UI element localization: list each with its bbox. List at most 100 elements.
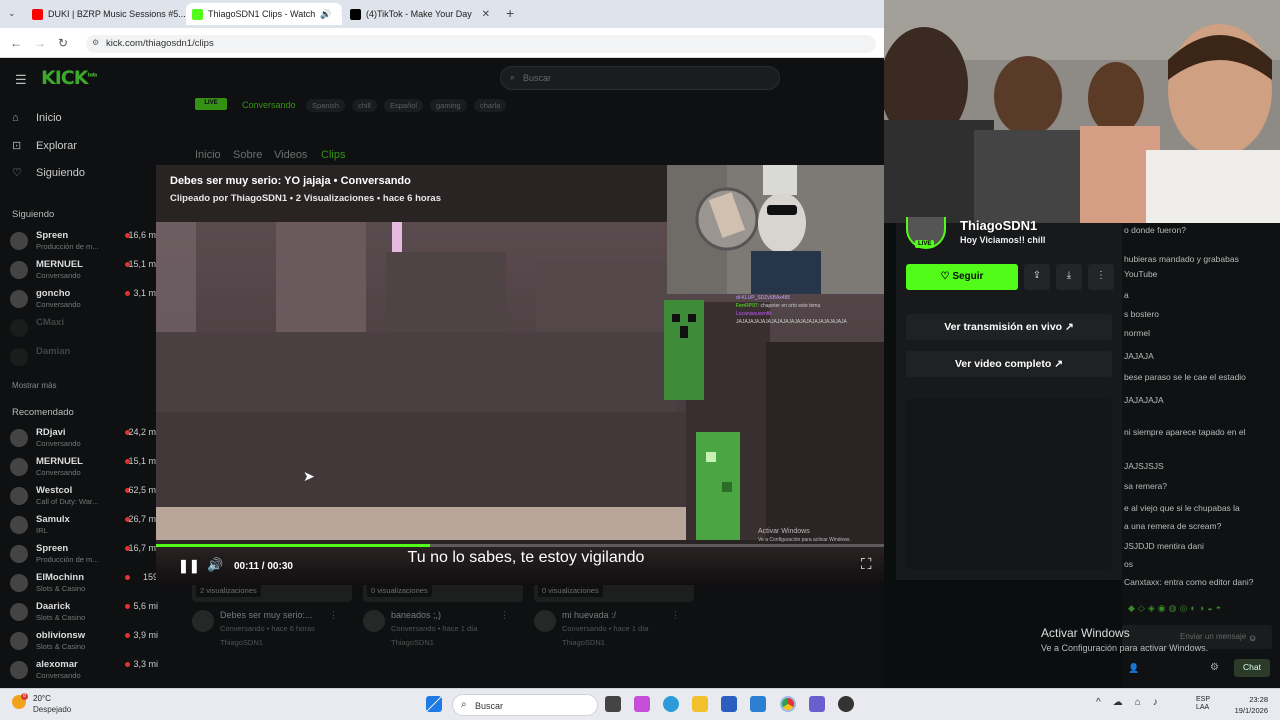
external-link-icon: ↗ — [1054, 358, 1063, 370]
volume-icon[interactable]: ♪ — [1153, 697, 1158, 708]
nav-inicio[interactable]: ⌂ Inicio — [12, 112, 62, 124]
emote-row[interactable]: ◆◇◈◉◍◎◐◑◒◓ — [1128, 603, 1224, 614]
clip-user[interactable]: ThiagoSDN1 — [220, 638, 263, 647]
nav-label: Inicio — [36, 112, 62, 124]
forward-icon[interactable]: → — [34, 36, 46, 50]
clip-player[interactable]: Debes ser muy serio: YO jajaja • Convers… — [156, 165, 884, 585]
clip-user[interactable]: ThiagoSDN1 — [562, 638, 605, 647]
mail-icon[interactable] — [750, 696, 766, 712]
taskbar-search[interactable]: ⌕ Buscar — [452, 694, 598, 716]
menu-icon[interactable]: ☰ — [15, 72, 27, 88]
channel-list-item[interactable]: goncho Conversando 3,1 mi — [10, 286, 158, 314]
teams-icon[interactable] — [809, 696, 825, 712]
channel-name[interactable]: ThiagoSDN1 — [960, 218, 1037, 233]
show-more-link[interactable]: Mostrar más — [12, 381, 56, 390]
overlay-chat-user: Lucaniasusenfik — [736, 311, 772, 317]
chat-message: sa remera? — [1124, 481, 1167, 491]
avatar — [10, 574, 28, 592]
tiktok-icon — [350, 8, 361, 20]
progress-bar[interactable] — [156, 544, 884, 547]
windows-start-icon[interactable] — [426, 696, 442, 712]
tab-sobre[interactable]: Sobre — [233, 149, 262, 161]
fullscreen-icon[interactable]: ⛶ — [861, 556, 872, 573]
channel-list-item[interactable]: oblivionsw Slots & Casino 3,9 mi — [10, 628, 158, 656]
channel-category-link[interactable]: Conversando — [242, 100, 296, 110]
clip-user[interactable]: ThiagoSDN1 — [391, 638, 434, 647]
system-clock[interactable]: 23:28 19/1/2026 — [1218, 694, 1268, 716]
channel-list-item[interactable]: Westcol Call of Duty: War... 62,5 mi — [10, 483, 158, 511]
language-indicator[interactable]: ESP LAA — [1196, 696, 1210, 712]
more-options-button[interactable]: ⋮ — [1088, 264, 1114, 290]
facecam-overlay — [884, 0, 1280, 223]
pause-icon[interactable]: ❚❚ — [178, 558, 200, 574]
clip-title[interactable]: baneados ;,) — [391, 610, 441, 620]
chat-message: hubieras mandado y grababas — [1124, 254, 1239, 264]
tag-chip[interactable]: Español — [384, 99, 424, 112]
home-icon: ⌂ — [12, 112, 19, 124]
tab-list-chevron-icon[interactable]: ⌄ — [8, 8, 16, 19]
more-options-icon[interactable]: ⋮ — [671, 610, 680, 621]
channel-list-item[interactable]: Daarick Slots & Casino 5,6 mi — [10, 599, 158, 627]
file-explorer-icon[interactable] — [692, 696, 708, 712]
kick-logo[interactable]: KICKbeta — [41, 67, 97, 89]
channel-list-item[interactable]: Samulx IRL 26,7 mi — [10, 512, 158, 540]
nav-siguiendo[interactable]: ♡ Siguiendo — [12, 166, 85, 180]
chevron-up-icon[interactable]: ^ — [1096, 697, 1101, 708]
tag-chip[interactable]: gaming — [430, 99, 467, 112]
channel-name: RDjavi — [36, 427, 66, 438]
live-dot-icon — [125, 604, 130, 609]
full-video-button[interactable]: Ver video completo ↗ — [906, 351, 1112, 377]
chat-send-button[interactable]: Chat — [1234, 659, 1270, 677]
app-icon[interactable] — [838, 696, 854, 712]
channel-list-item[interactable]: MERNUEL Conversando 15,1 mi — [10, 257, 158, 285]
browser-tab-kick[interactable]: ThiagoSDN1 Clips - Watch 🔊 ✕ — [186, 3, 342, 25]
url-field[interactable]: ⚙ kick.com/thiagosdn1/clips — [86, 35, 876, 53]
more-options-icon[interactable]: ⋮ — [329, 610, 338, 621]
channel-list-item[interactable]: RDjavi Conversando 24,2 mi — [10, 425, 158, 453]
channel-category: Call of Duty: War... — [36, 497, 99, 506]
nav-explorar[interactable]: ⊡ Explorar — [12, 139, 77, 153]
gear-icon[interactable]: ⚙ — [1210, 662, 1219, 673]
channel-list-item[interactable]: Damian — [10, 344, 158, 372]
download-button[interactable]: ⤓ — [1056, 264, 1082, 290]
tag-chip[interactable]: Spanish — [306, 99, 346, 112]
browser-tab-tiktok[interactable]: (4)TikTok - Make Your Day ✕ — [344, 3, 496, 25]
chrome-icon[interactable] — [780, 696, 796, 712]
search-input[interactable]: ⌕ Buscar — [500, 66, 780, 90]
new-tab-button[interactable]: + — [506, 5, 514, 21]
watch-live-button[interactable]: Ver transmisión en vivo ↗ — [906, 314, 1112, 340]
tag-chip[interactable]: charla — [474, 99, 507, 112]
emoji-icon[interactable]: ☺ — [1248, 633, 1257, 643]
follow-button[interactable]: ♡ Seguir — [906, 264, 1018, 290]
channel-list-item[interactable]: Spreen Producción de m... 16,7 mi — [10, 541, 158, 569]
more-options-icon[interactable]: ⋮ — [500, 610, 509, 621]
close-tab-icon[interactable]: ✕ — [340, 9, 342, 20]
edge-icon[interactable] — [663, 696, 679, 712]
share-button[interactable]: ⇪ — [1024, 264, 1050, 290]
copilot-icon[interactable] — [634, 696, 650, 712]
network-icon[interactable]: ⌂ — [1135, 697, 1141, 708]
nav-label: Explorar — [36, 139, 77, 152]
clip-title[interactable]: Debes ser muy serio:... — [220, 610, 313, 620]
clip-title[interactable]: mi huevada :/ — [562, 610, 616, 620]
clip-views: 2 visualizaciones — [196, 584, 261, 597]
tag-chip[interactable]: chill — [352, 99, 377, 112]
tab-clips[interactable]: Clips — [321, 149, 345, 161]
reload-icon[interactable]: ↻ — [58, 36, 68, 50]
tab-videos[interactable]: Videos — [274, 149, 307, 161]
site-info-icon[interactable]: ⚙ — [92, 38, 99, 47]
store-icon[interactable] — [721, 696, 737, 712]
channel-list-item[interactable]: Spreen Producción de m... 16,6 mi — [10, 228, 158, 256]
tab-inicio[interactable]: Inicio — [195, 149, 221, 161]
channel-list-item[interactable]: MERNUEL Conversando 15,1 mi — [10, 454, 158, 482]
cloud-icon[interactable]: ☁ — [1113, 697, 1123, 708]
back-icon[interactable]: ← — [10, 36, 22, 50]
volume-icon[interactable]: 🔊 — [207, 557, 223, 573]
channel-list-item[interactable]: CMaxi — [10, 315, 158, 343]
close-tab-icon[interactable]: ✕ — [482, 9, 490, 20]
browser-tab-youtube[interactable]: DUKI | BZRP Music Sessions #5... ✕ — [26, 3, 186, 25]
task-view-icon[interactable] — [605, 696, 621, 712]
channel-list-item[interactable]: ElMochinn Slots & Casino 159 — [10, 570, 158, 598]
channel-list-item[interactable]: alexomar Conversando 3,3 mi — [10, 657, 158, 685]
speaker-icon[interactable]: 🔊 — [320, 9, 331, 20]
